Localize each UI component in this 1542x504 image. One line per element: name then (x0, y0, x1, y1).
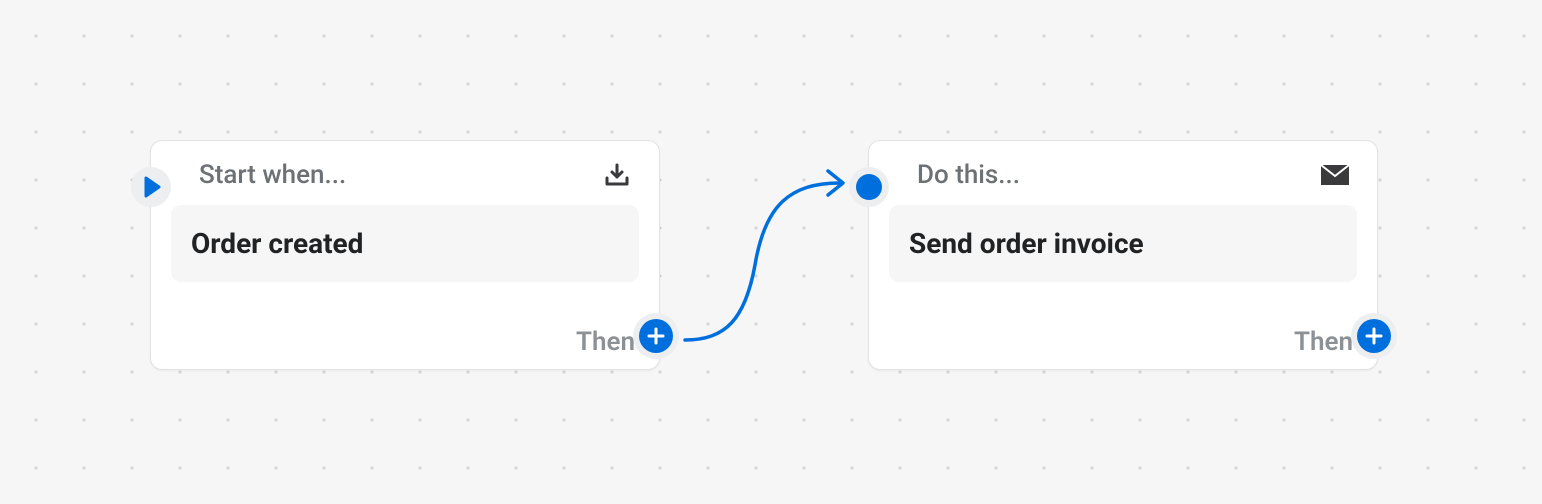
action-title: Send order invoice (909, 227, 1337, 260)
trigger-add-wrap (633, 313, 679, 359)
envelope-icon (1319, 159, 1351, 191)
trigger-body[interactable]: Order created (171, 205, 639, 282)
connector-arrow (660, 155, 870, 355)
play-icon (144, 176, 162, 198)
action-header-label: Do this... (917, 160, 1020, 190)
action-node-header: Do this... (869, 141, 1377, 205)
action-then-label: Then (1294, 327, 1353, 357)
plus-icon (646, 326, 666, 346)
trigger-add-button[interactable] (639, 319, 673, 353)
action-body[interactable]: Send order invoice (889, 205, 1357, 282)
trigger-node[interactable]: Start when... Order created Then (150, 140, 660, 370)
action-add-wrap (1351, 313, 1397, 359)
trigger-then-label: Then (576, 327, 635, 357)
trigger-footer: Then (576, 327, 635, 357)
workflow-canvas[interactable]: Start when... Order created Then (0, 0, 1542, 504)
action-input-handle (849, 167, 889, 207)
plus-icon (1364, 326, 1384, 346)
action-node[interactable]: Do this... Send order invoice Then (868, 140, 1378, 370)
trigger-play-handle (131, 167, 171, 207)
action-add-button[interactable] (1357, 319, 1391, 353)
action-footer: Then (1294, 327, 1353, 357)
trigger-header-label: Start when... (199, 160, 346, 190)
action-dot (856, 174, 882, 200)
download-tray-icon (601, 159, 633, 191)
trigger-title: Order created (191, 227, 619, 260)
trigger-node-header: Start when... (151, 141, 659, 205)
